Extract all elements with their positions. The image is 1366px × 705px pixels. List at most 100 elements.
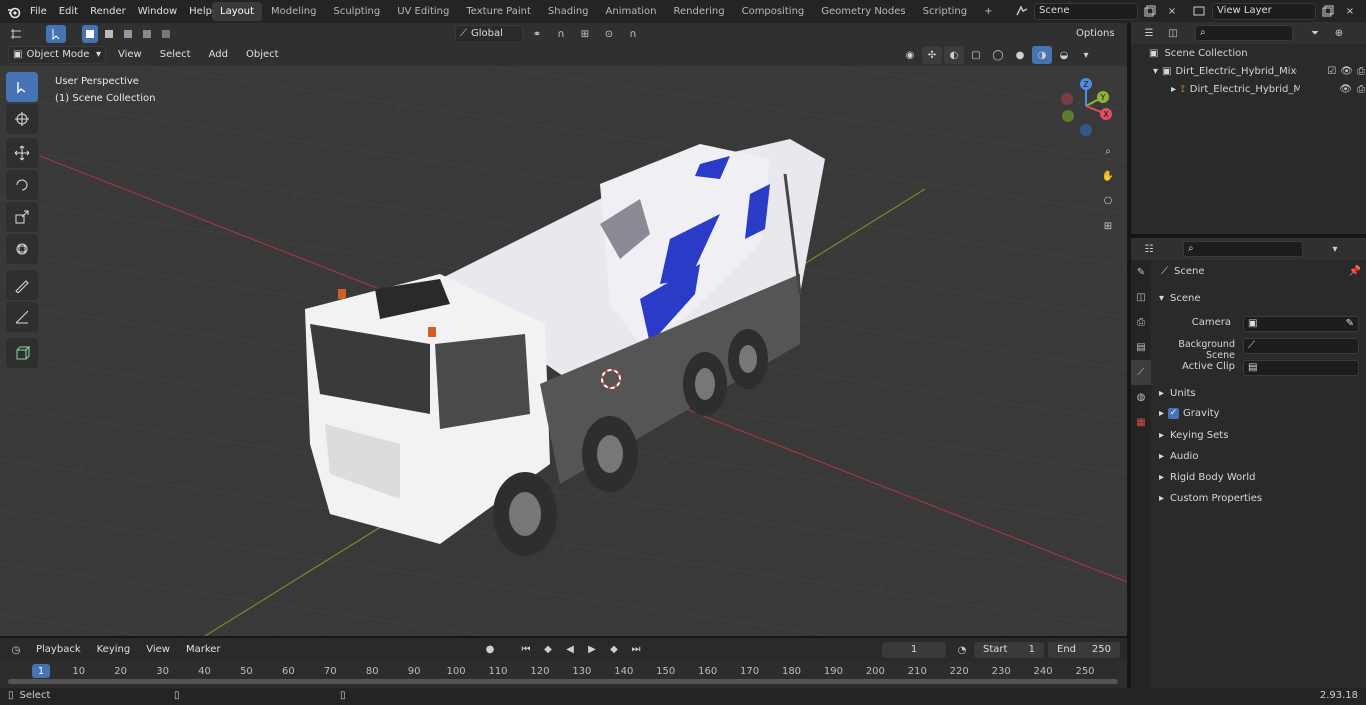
gravity-checkbox[interactable]: ✓	[1168, 408, 1180, 419]
tab-shading[interactable]: Shading	[540, 2, 597, 21]
visibility-icon[interactable]: ◉	[900, 46, 920, 64]
rotate-tool-icon[interactable]	[6, 170, 38, 200]
properties-editor-type-icon[interactable]: ☷	[1139, 240, 1159, 258]
view-layer-tab-icon[interactable]: ▤	[1131, 335, 1151, 360]
tab-uv-editing[interactable]: UV Editing	[389, 2, 457, 21]
area-divider[interactable]	[1127, 23, 1131, 688]
move-tool-icon[interactable]	[6, 138, 38, 168]
new-collection-icon[interactable]: ⊕	[1329, 24, 1349, 42]
render-tab-icon[interactable]: ◫	[1131, 285, 1151, 310]
options-dropdown[interactable]: Options	[1070, 25, 1121, 43]
end-frame-field[interactable]: End 250	[1048, 642, 1120, 658]
mode-dropdown[interactable]: ▣ Object Mode ▾	[8, 46, 106, 64]
view-layer-icon[interactable]	[1190, 2, 1210, 20]
start-frame-field[interactable]: Start 1	[974, 642, 1044, 658]
chevron-down-icon[interactable]: ▾	[1076, 46, 1096, 64]
next-keyframe-icon[interactable]: ◆	[604, 640, 624, 658]
eyedropper-icon[interactable]: ✎	[1346, 317, 1354, 331]
snap-icon[interactable]: ∩	[551, 25, 571, 43]
xray-icon[interactable]: ▢	[966, 46, 986, 64]
cursor-tool-icon[interactable]	[6, 104, 38, 134]
properties-search-input[interactable]: ⌕	[1183, 241, 1303, 257]
jump-end-icon[interactable]: ⏭	[626, 640, 646, 658]
select-mode-extend-icon[interactable]	[101, 25, 117, 43]
transform-orientation-dropdown[interactable]: ⟋ Global	[455, 25, 523, 43]
outliner-item-collection[interactable]: ▾ ▣ Dirt_Electric_Hybrid_Mixer_Sir ☑ 👁 ⎙	[1153, 66, 1365, 77]
outliner-editor-type-icon[interactable]: ☰	[1139, 24, 1159, 42]
gravity-panel-header[interactable]: ▸ ✓ Gravity	[1159, 408, 1220, 419]
tool-tab-icon[interactable]: ✎	[1131, 260, 1151, 285]
keying-sets-panel-header[interactable]: ▸ Keying Sets	[1159, 430, 1228, 441]
annotate-tool-icon[interactable]	[6, 270, 38, 300]
solid-shading-icon[interactable]: ●	[1010, 46, 1030, 64]
camera-view-icon[interactable]: ⎔	[1098, 192, 1118, 210]
scene-tab-icon[interactable]: ⟋	[1131, 360, 1151, 385]
menu-select[interactable]: Select	[154, 46, 197, 64]
chevron-down-icon[interactable]: ▾	[1325, 240, 1345, 258]
view-layer-selector[interactable]: View Layer	[1212, 2, 1316, 20]
scene-selector[interactable]: Scene	[1034, 2, 1138, 20]
display-mode-icon[interactable]: ◫	[1163, 24, 1183, 42]
tab-animation[interactable]: Animation	[598, 2, 665, 21]
area-divider[interactable]	[1131, 234, 1366, 238]
current-frame-field[interactable]: 1	[882, 642, 946, 658]
3d-viewport[interactable]: Z Y X ▣ Object Mode ▾ View Select Add Ob…	[0, 44, 1127, 636]
tab-sculpting[interactable]: Sculpting	[326, 2, 389, 21]
new-view-layer-icon[interactable]	[1318, 2, 1338, 20]
outliner-search-input[interactable]: ⌕	[1195, 25, 1293, 41]
select-mode-new-icon[interactable]	[82, 25, 98, 43]
select-mode-subtract-icon[interactable]	[120, 25, 136, 43]
menu-view[interactable]: View	[112, 46, 148, 64]
play-icon[interactable]: ▶	[582, 640, 602, 658]
menu-timeline-view[interactable]: View	[140, 640, 176, 660]
scene-panel-header[interactable]: ▾ Scene	[1159, 293, 1201, 304]
overlays-icon[interactable]: ◐	[944, 46, 964, 64]
falloff-icon[interactable]: ∩	[623, 25, 643, 43]
active-clip-field[interactable]: ▤	[1243, 360, 1359, 376]
transform-tool-icon[interactable]	[6, 234, 38, 264]
add-cube-tool-icon[interactable]	[6, 338, 38, 368]
custom-properties-panel-header[interactable]: ▸ Custom Properties	[1159, 493, 1262, 504]
stopwatch-icon[interactable]: ◔	[952, 641, 972, 659]
menu-edit[interactable]: Edit	[53, 0, 84, 23]
rendered-shading-icon[interactable]: ◒	[1054, 46, 1074, 64]
pivot-point-icon[interactable]: ⚭	[527, 25, 547, 43]
camera-icon[interactable]: ⎙	[1357, 66, 1365, 77]
perspective-toggle-icon[interactable]: ⊞	[1098, 217, 1118, 235]
zoom-icon[interactable]: ⌕	[1098, 142, 1118, 160]
tab-modeling[interactable]: Modeling	[263, 2, 325, 21]
rigid-body-world-panel-header[interactable]: ▸ Rigid Body World	[1159, 472, 1256, 483]
blender-logo-icon[interactable]	[4, 3, 24, 21]
menu-keying[interactable]: Keying	[91, 640, 137, 660]
scale-tool-icon[interactable]	[6, 202, 38, 232]
tab-rendering[interactable]: Rendering	[666, 2, 733, 21]
timeline-scrollbar[interactable]	[8, 679, 1118, 684]
background-scene-field[interactable]: ⟋	[1243, 338, 1359, 354]
select-mode-intersect-icon[interactable]	[158, 25, 174, 43]
wireframe-shading-icon[interactable]: ◯	[988, 46, 1008, 64]
audio-panel-header[interactable]: ▸ Audio	[1159, 451, 1198, 462]
play-reverse-icon[interactable]: ◀	[560, 640, 580, 658]
editor-type-icon[interactable]	[6, 25, 26, 43]
menu-object[interactable]: Object	[240, 46, 285, 64]
tab-texture-paint[interactable]: Texture Paint	[458, 2, 539, 21]
camera-icon[interactable]: ⎙	[1357, 84, 1365, 95]
eye-icon[interactable]: 👁	[1339, 84, 1352, 95]
tab-compositing[interactable]: Compositing	[734, 2, 813, 21]
jump-start-icon[interactable]: ⏮	[516, 640, 536, 658]
add-workspace-button[interactable]: +	[976, 2, 1000, 21]
gizmo-toggle-icon[interactable]: ✣	[922, 46, 942, 64]
pan-hand-icon[interactable]: ✋	[1098, 167, 1118, 185]
material-shading-icon[interactable]: ◑	[1032, 46, 1052, 64]
scene-icon[interactable]	[1012, 2, 1032, 20]
tab-scripting[interactable]: Scripting	[915, 2, 975, 21]
new-scene-icon[interactable]	[1140, 2, 1160, 20]
menu-playback[interactable]: Playback	[30, 640, 87, 660]
select-tool-icon[interactable]	[46, 25, 66, 43]
menu-file[interactable]: File	[24, 0, 53, 23]
output-tab-icon[interactable]: ⎙	[1131, 310, 1151, 335]
menu-window[interactable]: Window	[132, 0, 183, 23]
outliner-item-object[interactable]: ▸ ⟟ Dirt_Electric_Hybrid_Mixe 👁 ⎙	[1171, 84, 1365, 95]
outliner-scene-collection[interactable]: ▣ Scene Collection	[1149, 48, 1248, 59]
texture-tab-icon[interactable]: ▦	[1131, 410, 1151, 435]
